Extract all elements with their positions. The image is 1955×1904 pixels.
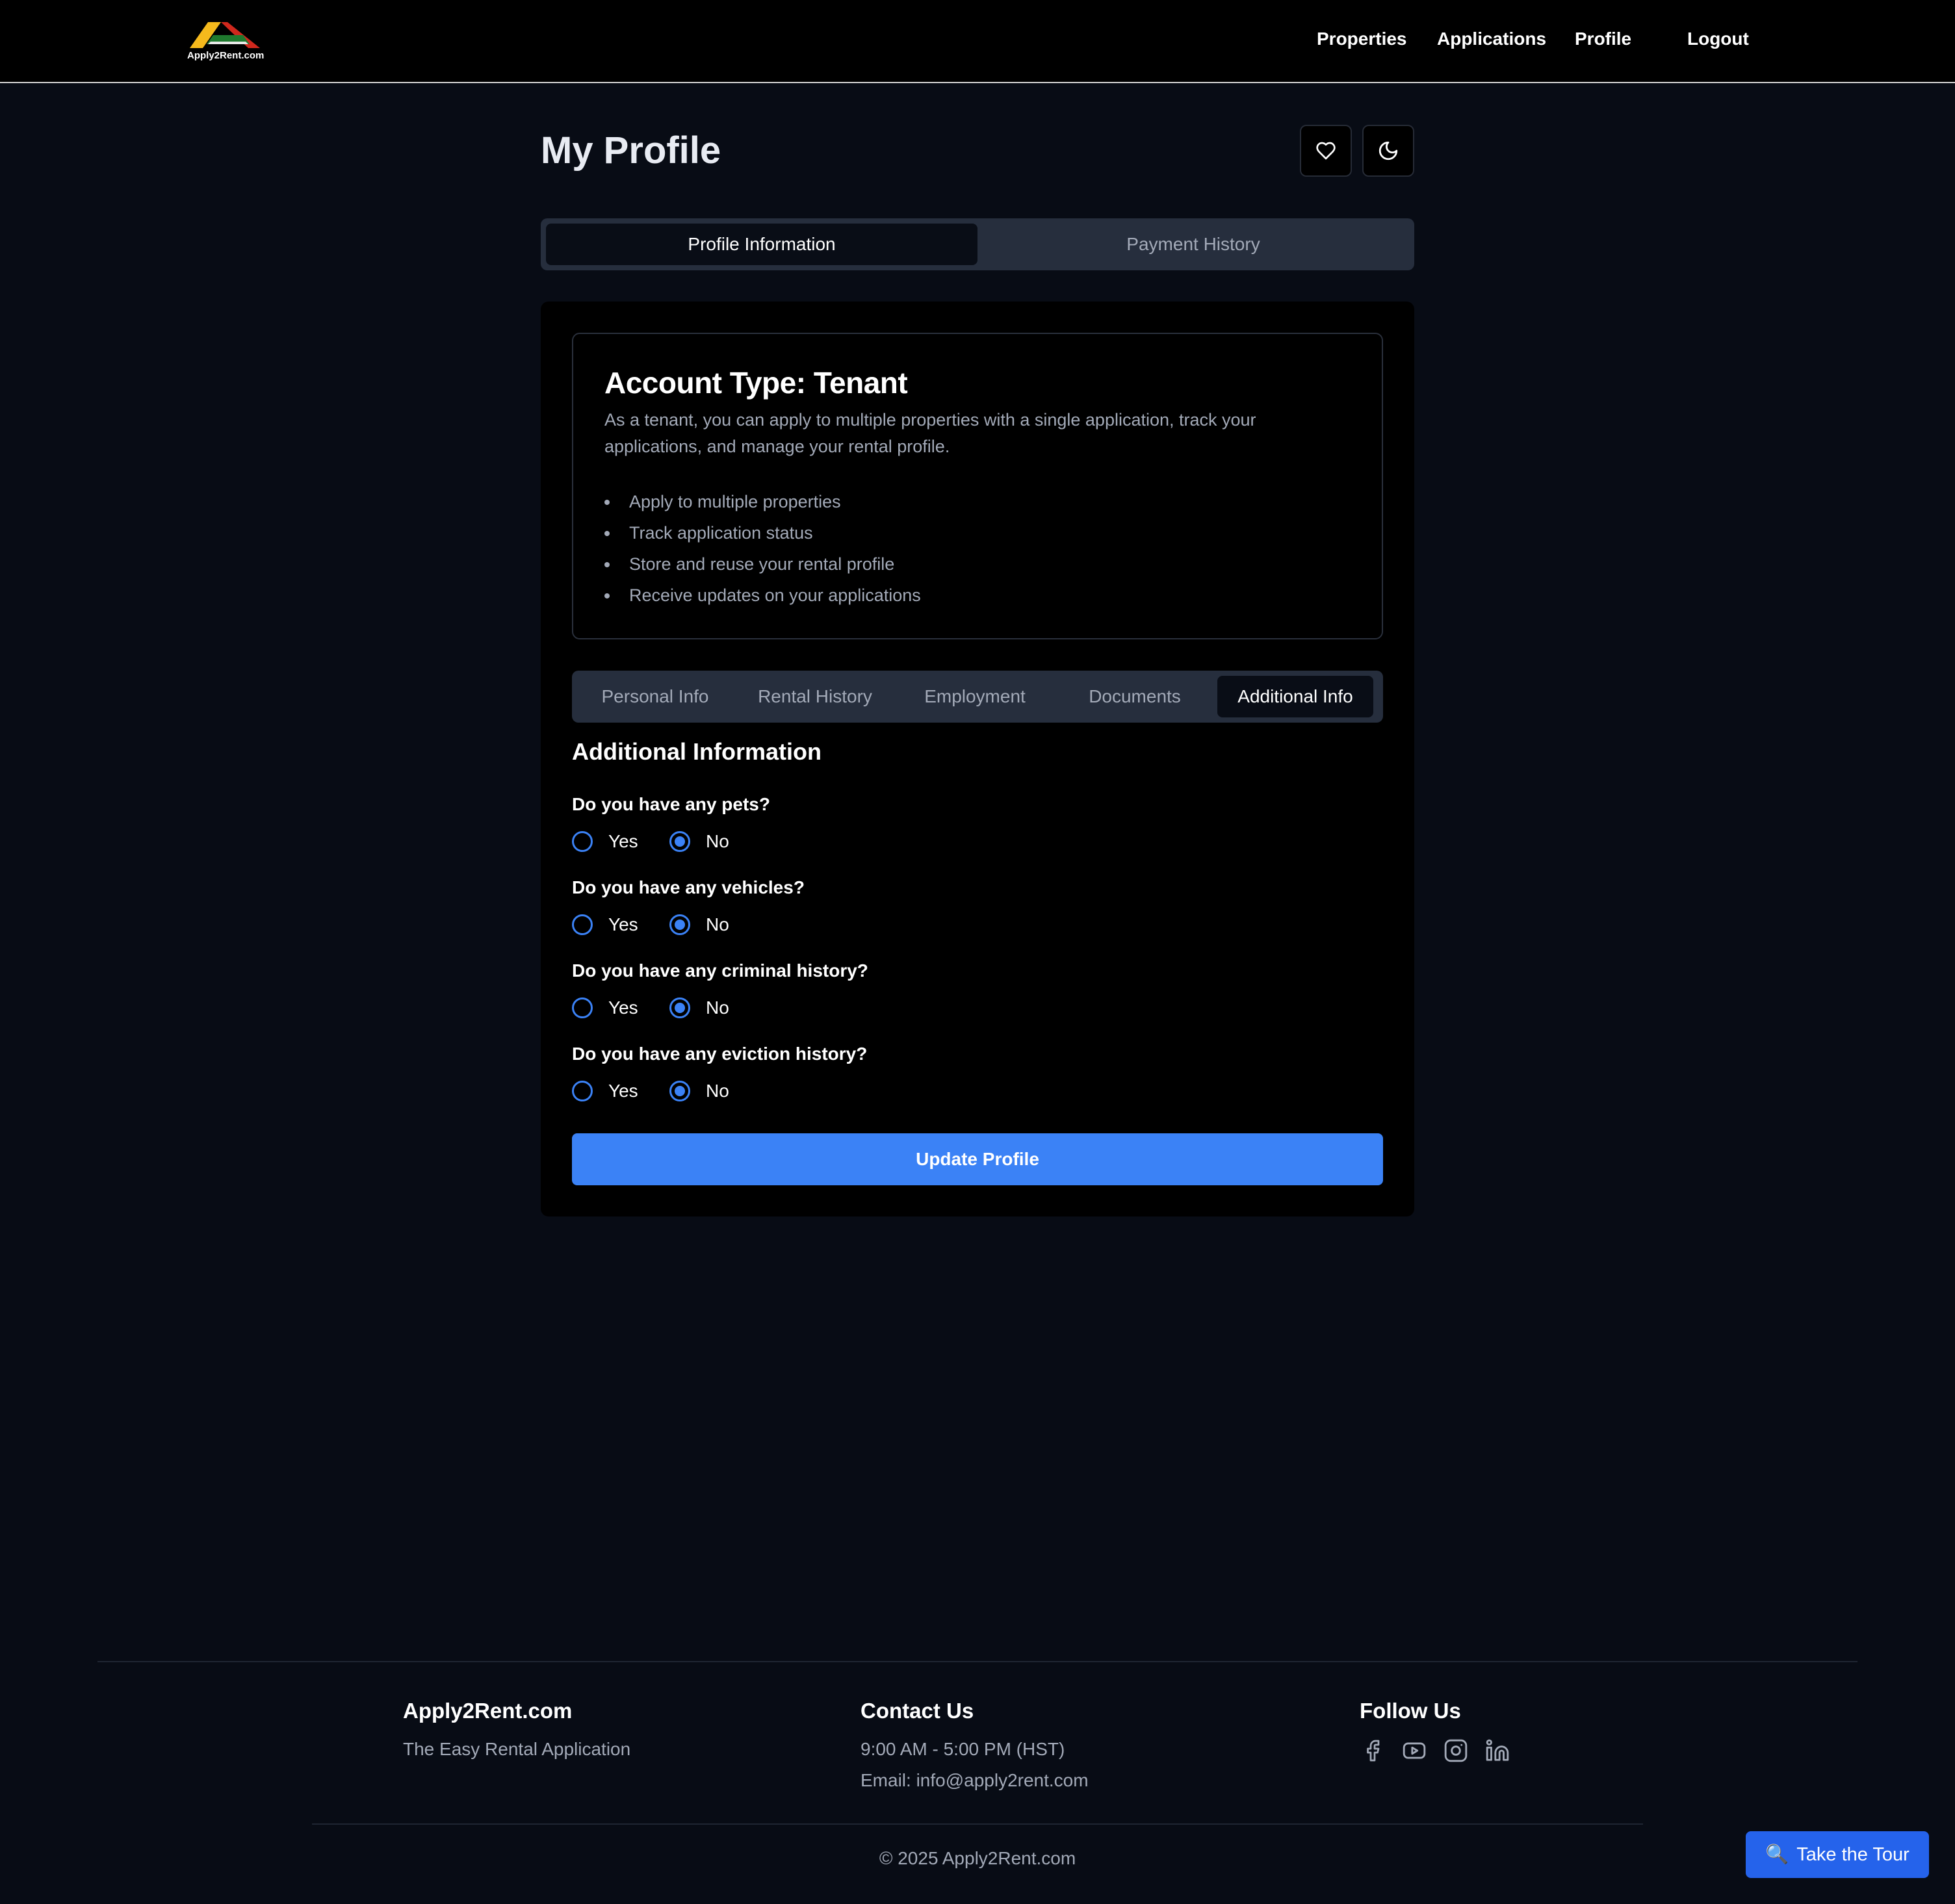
criminal-history-yes-label[interactable]: Yes	[608, 997, 638, 1018]
logo-text: Apply2Rent.com	[187, 50, 265, 61]
take-the-tour-button[interactable]: 🔍 Take the Tour	[1746, 1831, 1929, 1878]
eviction-history-radio-group: Yes No	[572, 1078, 832, 1104]
magnifier-icon: 🔍	[1765, 1844, 1789, 1865]
footer-bottom-divider	[312, 1823, 1643, 1825]
page-title: My Profile	[541, 129, 721, 172]
tab-payment-history[interactable]: Payment History	[978, 224, 1409, 265]
criminal-history-no-radio[interactable]	[669, 997, 690, 1018]
vehicles-yes-label[interactable]: Yes	[608, 914, 638, 935]
copyright-text: © 2025 Apply2Rent.com	[879, 1848, 1076, 1868]
eviction-history-yes-label[interactable]: Yes	[608, 1081, 638, 1101]
nav-logout-link[interactable]: Logout	[1687, 29, 1749, 49]
feature-item: Track application status	[604, 517, 921, 548]
facebook-icon	[1367, 1740, 1380, 1762]
account-feature-list: Apply to multiple properties Track appli…	[604, 486, 921, 611]
account-type-box: Account Type: Tenant As a tenant, you ca…	[572, 333, 1383, 639]
footer-contact-title: Contact Us	[861, 1699, 974, 1723]
youtube-icon	[1403, 1742, 1426, 1759]
profile-section-tabs: Personal Info Rental History Employment …	[572, 671, 1383, 723]
eviction-history-no-radio[interactable]	[669, 1081, 690, 1101]
take-the-tour-label: Take the Tour	[1796, 1844, 1910, 1865]
favorites-button[interactable]	[1300, 125, 1352, 177]
pets-radio-group: Yes No	[572, 829, 832, 855]
vehicles-no-radio[interactable]	[669, 914, 690, 935]
profile-card: Account Type: Tenant As a tenant, you ca…	[541, 302, 1414, 1216]
pets-yes-radio[interactable]	[572, 831, 593, 852]
footer-divider	[97, 1661, 1858, 1662]
footer-tagline: The Easy Rental Application	[403, 1739, 631, 1759]
roof-logo-icon	[190, 22, 260, 48]
instagram-icon	[1444, 1739, 1468, 1762]
vehicles-no-label[interactable]: No	[706, 914, 729, 935]
footer-brand-title: Apply2Rent.com	[403, 1699, 573, 1723]
vehicles-yes-radio[interactable]	[572, 914, 593, 935]
question-vehicles-label: Do you have any vehicles?	[572, 877, 805, 897]
heart-icon	[1316, 142, 1336, 160]
nav-applications-link[interactable]: Applications	[1437, 29, 1546, 49]
question-pets-label: Do you have any pets?	[572, 794, 770, 814]
pets-no-label[interactable]: No	[706, 831, 729, 852]
tab-personal-info[interactable]: Personal Info	[577, 676, 733, 717]
moon-icon	[1379, 141, 1398, 161]
feature-item: Store and reuse your rental profile	[604, 548, 921, 580]
theme-toggle-button[interactable]	[1362, 125, 1414, 177]
nav-properties-link[interactable]: Properties	[1317, 29, 1407, 49]
instagram-link[interactable]	[1442, 1736, 1470, 1765]
vehicles-radio-group: Yes No	[572, 912, 832, 938]
site-logo[interactable]: Apply2Rent.com	[187, 18, 265, 65]
footer-email[interactable]: Email: info@apply2rent.com	[861, 1770, 1089, 1791]
criminal-history-radio-group: Yes No	[572, 995, 832, 1021]
facebook-link[interactable]	[1358, 1736, 1387, 1765]
tab-employment[interactable]: Employment	[897, 676, 1053, 717]
feature-item: Receive updates on your applications	[604, 580, 921, 611]
pets-no-radio[interactable]	[669, 831, 690, 852]
feature-item: Apply to multiple properties	[604, 486, 921, 517]
nav-profile-link[interactable]: Profile	[1575, 29, 1631, 49]
criminal-history-no-label[interactable]: No	[706, 997, 729, 1018]
section-title: Additional Information	[572, 738, 822, 765]
account-type-description: As a tenant, you can apply to multiple p…	[604, 410, 1256, 456]
tab-rental-history[interactable]: Rental History	[737, 676, 893, 717]
criminal-history-yes-radio[interactable]	[572, 997, 593, 1018]
footer-follow-title: Follow Us	[1360, 1699, 1461, 1723]
update-profile-button[interactable]: Update Profile	[572, 1133, 1383, 1185]
question-eviction-history-label: Do you have any eviction history?	[572, 1044, 868, 1064]
profile-tabs: Profile Information Payment History	[541, 218, 1414, 270]
question-criminal-history-label: Do you have any criminal history?	[572, 960, 868, 981]
tab-profile-information[interactable]: Profile Information	[546, 224, 978, 265]
top-navbar: Apply2Rent.com Properties Applications P…	[0, 0, 1955, 83]
footer-hours: 9:00 AM - 5:00 PM (HST)	[861, 1739, 1065, 1759]
pets-yes-label[interactable]: Yes	[608, 831, 638, 852]
linkedin-icon	[1486, 1739, 1509, 1761]
eviction-history-yes-radio[interactable]	[572, 1081, 593, 1101]
linkedin-link[interactable]	[1483, 1736, 1512, 1765]
account-type-title: Account Type: Tenant	[604, 366, 908, 400]
tab-documents[interactable]: Documents	[1057, 676, 1213, 717]
eviction-history-no-label[interactable]: No	[706, 1081, 729, 1101]
youtube-link[interactable]	[1400, 1736, 1429, 1765]
tab-additional-info[interactable]: Additional Info	[1217, 676, 1373, 717]
